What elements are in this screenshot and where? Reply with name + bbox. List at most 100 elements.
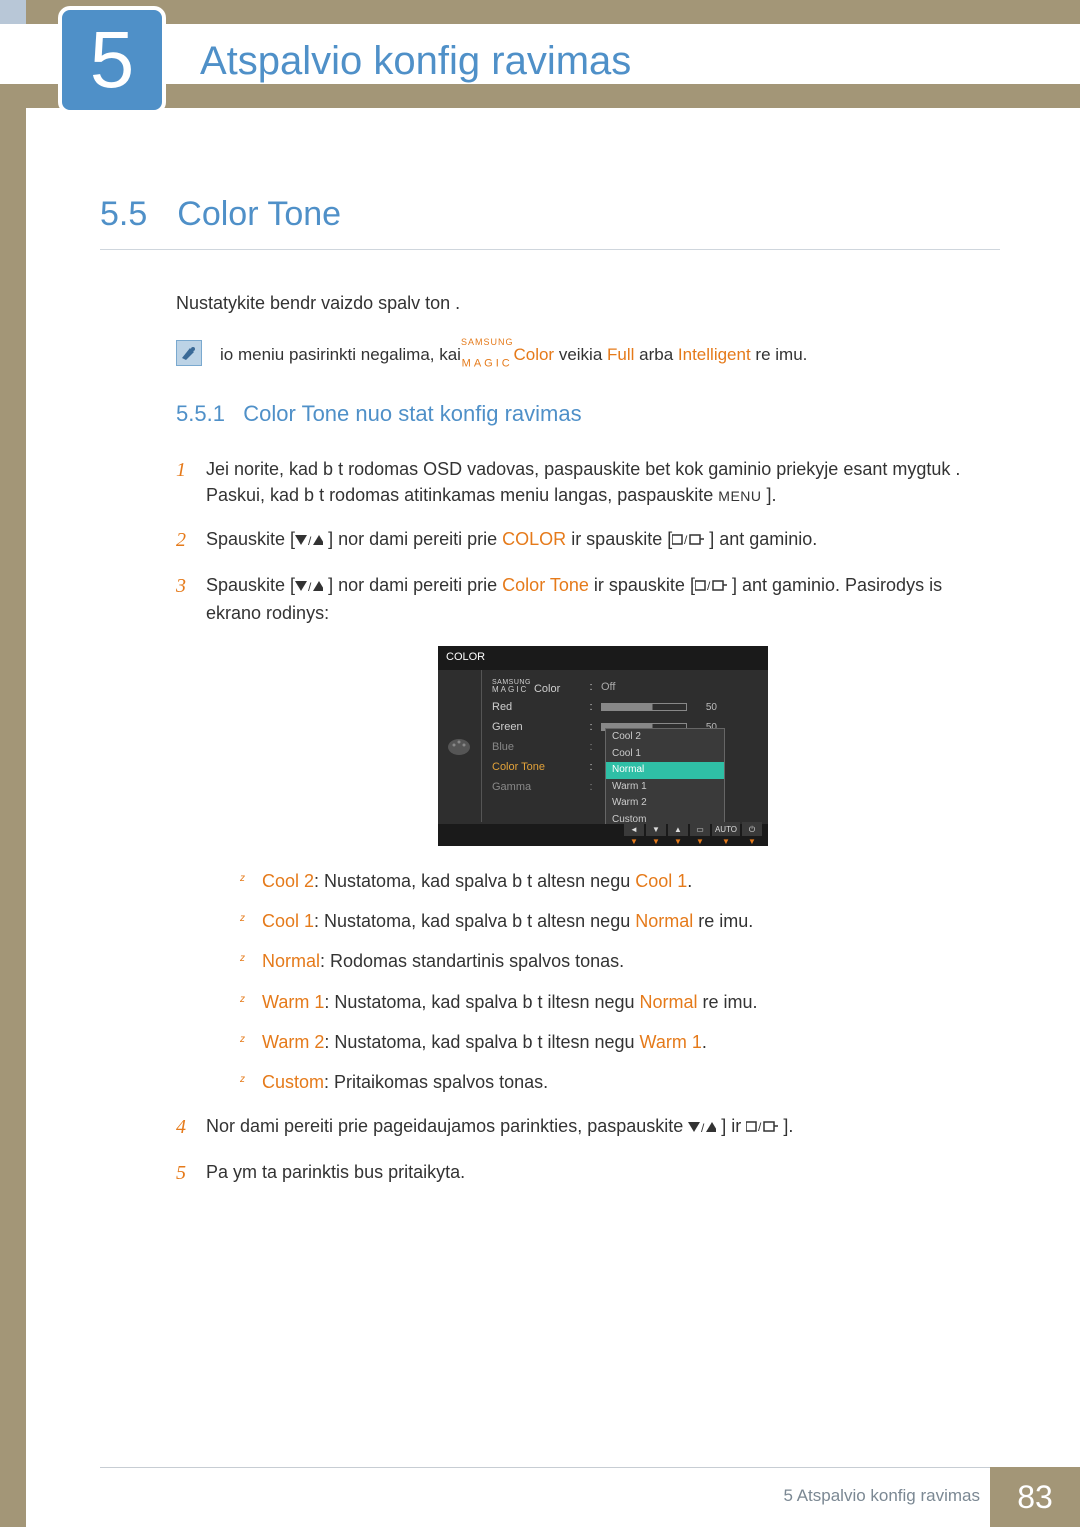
note-or: arba: [634, 345, 677, 364]
note-intelligent: Intelligent: [678, 345, 751, 364]
svg-text:/: /: [707, 579, 711, 593]
svg-text:/: /: [684, 533, 688, 547]
subsection-heading: 5.5.1 Color Tone nuo stat konfig ravimas: [176, 398, 1000, 430]
osd-screenshot: COLOR SAMSUNGMAGIC Color:Off Red:50 Gree…: [438, 646, 768, 846]
osd-magic-lbl: Color: [531, 683, 560, 695]
note-text: io meniu pasirinkti negalima, kaiSAMSUNG…: [220, 340, 807, 367]
k: Warm 2: [262, 1032, 324, 1052]
osd-palette-icon: [438, 670, 482, 822]
svg-text:/: /: [701, 1122, 705, 1134]
osd-opt-cool2: Cool 2: [606, 729, 724, 746]
footer-text: 5 Atspalvio konfig ravimas: [783, 1484, 980, 1509]
enter-icon: /: [695, 574, 727, 600]
step4-b: ] ir: [721, 1116, 741, 1136]
enter-icon: /: [746, 1115, 778, 1141]
svg-text:/: /: [308, 535, 312, 547]
bullet-warm1: Warm 1: Nustatoma, kad spalva b t iltesn…: [240, 989, 1000, 1015]
e: re imu.: [693, 911, 753, 931]
section-number: 5.5: [100, 190, 147, 239]
osd-red: Red: [492, 700, 587, 716]
step4-c: ].: [783, 1116, 793, 1136]
chapter-title: Atspalvio konfig ravimas: [200, 32, 631, 90]
osd-red-val: 50: [693, 701, 717, 716]
k: Warm 1: [262, 992, 324, 1012]
k: Cool 1: [262, 911, 314, 931]
note-row: io meniu pasirinkti negalima, kaiSAMSUNG…: [176, 340, 1000, 367]
section-intro: Nustatykite bendr vaizdo spalv ton .: [176, 290, 1000, 316]
down-up-icon: /: [688, 1115, 716, 1141]
osd-arrow: ▼: [742, 836, 762, 848]
content: 5.5 Color Tone Nustatykite bendr vaizdo …: [100, 190, 1000, 1203]
bullet-list: Cool 2: Nustatoma, kad spalva b t altesn…: [240, 868, 1000, 1095]
note-mid: veikia: [554, 345, 602, 364]
osd-opt-normal: Normal: [606, 762, 724, 779]
step-3: Spauskite [ / ] nor dami pereiti prie Col…: [176, 572, 1000, 1095]
step5: Pa ym ta parinktis bus pritaikyta.: [206, 1162, 465, 1182]
t: : Rodomas standartinis spalvos tonas.: [320, 951, 624, 971]
osd-btn-enter: ▭: [690, 822, 710, 836]
t: : Nustatoma, kad spalva b t altesn negu: [314, 871, 635, 891]
osd-title: COLOR: [438, 646, 768, 670]
step2-c: ir spauskite [: [566, 529, 672, 549]
step2-d: ] ant gaminio.: [709, 529, 817, 549]
osd-opt-cool1: Cool 1: [606, 746, 724, 763]
bullet-cool2: Cool 2: Nustatoma, kad spalva b t altesn…: [240, 868, 1000, 894]
osd-btn-left: ◄: [624, 822, 644, 836]
svg-text:/: /: [308, 581, 312, 593]
section-title: Color Tone: [177, 190, 341, 239]
step3-ct: Color Tone: [502, 575, 589, 595]
chapter-badge: 5: [58, 6, 166, 114]
osd-off: Off: [595, 680, 768, 696]
note-full: Full: [607, 345, 634, 364]
osd-blue: Blue: [492, 740, 587, 756]
step-5: Pa ym ta parinktis bus pritaikyta.: [176, 1159, 1000, 1185]
osd-opt-warm2: Warm 2: [606, 795, 724, 812]
step3-b: ] nor dami pereiti prie: [328, 575, 497, 595]
r: Warm 1: [640, 1032, 702, 1052]
left-rail-gap: [0, 24, 26, 84]
page-number: 83: [990, 1467, 1080, 1527]
note-suffix: re imu.: [751, 345, 808, 364]
osd-btn-auto: AUTO: [712, 822, 740, 836]
osd-red-slider: [601, 703, 687, 711]
footer-line: [100, 1467, 1080, 1468]
samsung-sup: SAMSUNG: [461, 337, 514, 347]
osd-footer: ◄▼ ▼▼ ▲▼ ▭▼ AUTO▼ ⏻▼: [438, 824, 768, 846]
subsection-number: 5.5.1: [176, 401, 225, 426]
steps-list: Jei norite, kad b t rodomas OSD vadovas,…: [176, 456, 1000, 1185]
down-up-icon: /: [295, 574, 323, 600]
osd-arrow: ▼: [624, 836, 644, 848]
osd-btn-up: ▲: [668, 822, 688, 836]
step-1: Jei norite, kad b t rodomas OSD vadovas,…: [176, 456, 1000, 508]
step1-text-b: ].: [762, 485, 777, 505]
step-4: Nor dami pereiti prie pageidaujamos pari…: [176, 1113, 1000, 1141]
bullet-custom: Custom: Pritaikomas spalvos tonas.: [240, 1069, 1000, 1095]
down-up-icon: /: [295, 528, 323, 554]
r: Normal: [640, 992, 698, 1012]
chapter-number: 5: [90, 20, 135, 100]
bullet-warm2: Warm 2: Nustatoma, kad spalva b t iltesn…: [240, 1029, 1000, 1055]
step3-a: Spauskite [: [206, 575, 295, 595]
osd-arrow: ▼: [690, 836, 710, 848]
t: : Nustatoma, kad spalva b t iltesn negu: [324, 992, 639, 1012]
e: re imu.: [698, 992, 758, 1012]
page-footer: 5 Atspalvio konfig ravimas 83: [0, 1467, 1080, 1527]
step3-c: ir spauskite [: [589, 575, 695, 595]
e: .: [687, 871, 692, 891]
step2-a: Spauskite [: [206, 529, 295, 549]
k: Normal: [262, 951, 320, 971]
step2-color: COLOR: [502, 529, 566, 549]
osd-gamma: Gamma: [492, 780, 587, 796]
osd-arrow: ▼: [712, 836, 740, 848]
r: Normal: [635, 911, 693, 931]
osd-btn-down: ▼: [646, 822, 666, 836]
svg-text:/: /: [758, 1120, 762, 1134]
magic-sub: MAGIC: [462, 358, 513, 370]
r: Cool 1: [635, 871, 687, 891]
step4-a: Nor dami pereiti prie pageidaujamos pari…: [206, 1116, 683, 1136]
step-2: Spauskite [/ ] nor dami pereiti prie COL…: [176, 526, 1000, 554]
k: Custom: [262, 1072, 324, 1092]
osd-magic: MAGIC: [492, 685, 528, 694]
osd-arrow: ▼: [646, 836, 666, 848]
osd-dropdown: Cool 2 Cool 1 Normal Warm 1 Warm 2 Custo…: [605, 728, 725, 829]
